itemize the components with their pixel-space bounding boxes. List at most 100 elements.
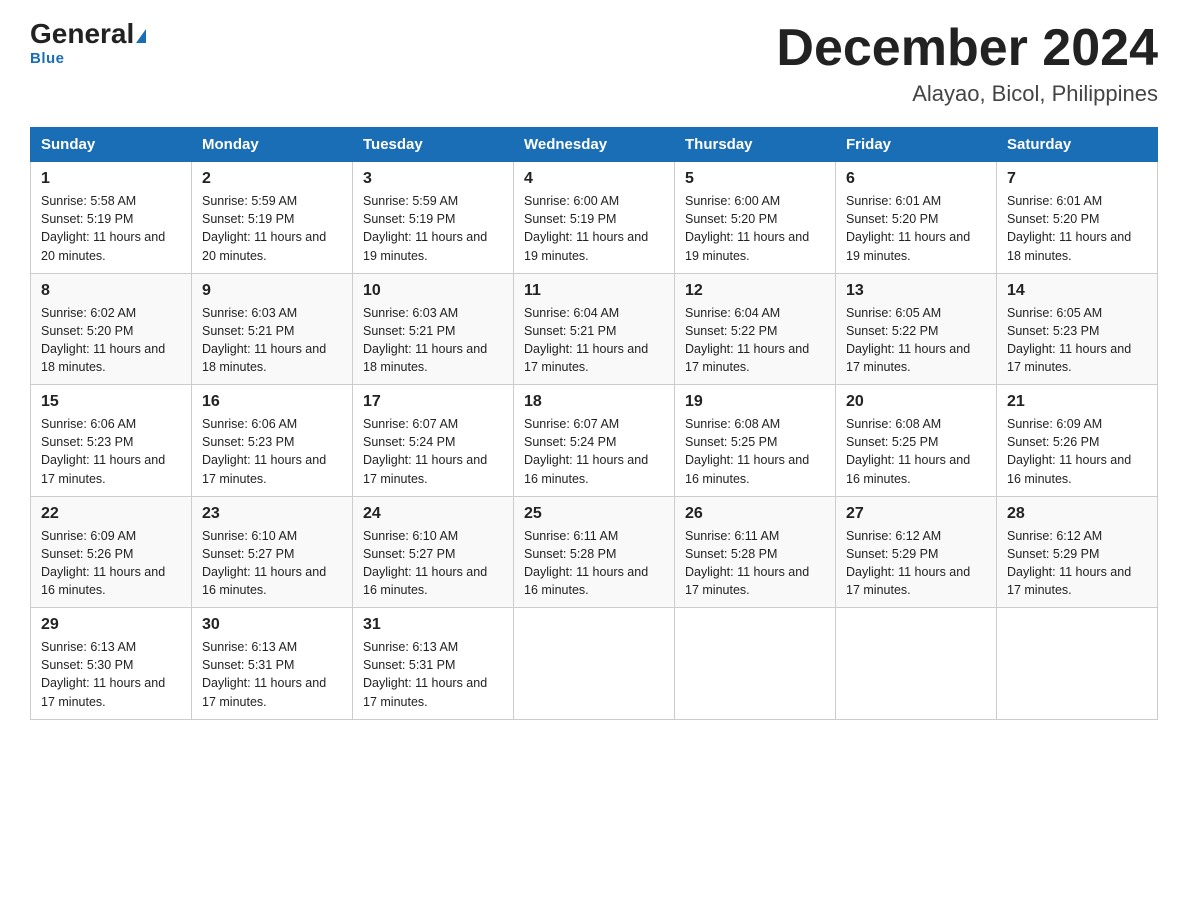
day-number: 23 (202, 505, 342, 523)
month-title: December 2024 (776, 20, 1158, 77)
day-number: 7 (1007, 170, 1147, 188)
day-info: Sunrise: 6:13 AMSunset: 5:30 PMDaylight:… (41, 638, 181, 711)
day-number: 26 (685, 505, 825, 523)
day-number: 8 (41, 282, 181, 300)
day-info: Sunrise: 6:00 AMSunset: 5:20 PMDaylight:… (685, 192, 825, 265)
logo-blue: Blue (30, 50, 65, 67)
day-number: 12 (685, 282, 825, 300)
day-info: Sunrise: 6:12 AMSunset: 5:29 PMDaylight:… (846, 527, 986, 600)
page-header: General Blue December 2024 Alayao, Bicol… (30, 20, 1158, 107)
calendar-week-row: 29Sunrise: 6:13 AMSunset: 5:30 PMDayligh… (31, 608, 1158, 720)
calendar-cell: 17Sunrise: 6:07 AMSunset: 5:24 PMDayligh… (353, 385, 514, 497)
calendar-cell: 11 Sunrise: 6:04 AMSunset: 5:21 PMDayligh… (514, 273, 675, 385)
calendar-cell: 19 Sunrise: 6:08 AMSunset: 5:25 PMDayligh… (675, 385, 836, 497)
day-info: Sunrise: 6:03 AMSunset: 5:21 PMDaylight:… (363, 304, 503, 377)
day-info: Sunrise: 6:12 AMSunset: 5:29 PMDaylight:… (1007, 527, 1147, 600)
calendar-cell (675, 608, 836, 720)
day-info: Sunrise: 6:04 AMSunset: 5:22 PMDaylight:… (685, 304, 825, 377)
day-info: Sunrise: 6:11 AMSunset: 5:28 PMDaylight:… (524, 527, 664, 600)
calendar-cell: 20 Sunrise: 6:08 AMSunset: 5:25 PMDayligh… (836, 385, 997, 497)
day-number: 1 (41, 170, 181, 188)
calendar-cell: 9 Sunrise: 6:03 AMSunset: 5:21 PMDaylight… (192, 273, 353, 385)
day-info: Sunrise: 6:11 AMSunset: 5:28 PMDaylight:… (685, 527, 825, 600)
day-number: 31 (363, 616, 503, 634)
calendar-cell: 4Sunrise: 6:00 AMSunset: 5:19 PMDaylight… (514, 162, 675, 274)
day-info: Sunrise: 6:00 AMSunset: 5:19 PMDaylight:… (524, 192, 664, 265)
title-block: December 2024 Alayao, Bicol, Philippines (776, 20, 1158, 107)
day-info: Sunrise: 6:10 AMSunset: 5:27 PMDaylight:… (363, 527, 503, 600)
calendar-cell: 18 Sunrise: 6:07 AMSunset: 5:24 PMDayligh… (514, 385, 675, 497)
day-number: 11 (524, 282, 664, 300)
day-number: 15 (41, 393, 181, 411)
calendar-cell: 8 Sunrise: 6:02 AMSunset: 5:20 PMDaylight… (31, 273, 192, 385)
calendar-cell: 22 Sunrise: 6:09 AMSunset: 5:26 PMDayligh… (31, 496, 192, 608)
calendar-header-thursday: Thursday (675, 128, 836, 162)
day-info: Sunrise: 5:58 AMSunset: 5:19 PMDaylight:… (41, 192, 181, 265)
day-info: Sunrise: 6:07 AMSunset: 5:24 PMDaylight:… (363, 415, 503, 488)
day-info: Sunrise: 6:04 AMSunset: 5:21 PMDaylight:… (524, 304, 664, 377)
day-info: Sunrise: 6:02 AMSunset: 5:20 PMDaylight:… (41, 304, 181, 377)
day-info: Sunrise: 6:06 AMSunset: 5:23 PMDaylight:… (202, 415, 342, 488)
day-info: Sunrise: 6:08 AMSunset: 5:25 PMDaylight:… (685, 415, 825, 488)
day-info: Sunrise: 6:09 AMSunset: 5:26 PMDaylight:… (41, 527, 181, 600)
day-info: Sunrise: 6:03 AMSunset: 5:21 PMDaylight:… (202, 304, 342, 377)
logo-triangle-icon (136, 29, 146, 43)
calendar-cell: 1 Sunrise: 5:58 AMSunset: 5:19 PMDaylight… (31, 162, 192, 274)
day-number: 21 (1007, 393, 1147, 411)
day-number: 18 (524, 393, 664, 411)
calendar-cell: 24Sunrise: 6:10 AMSunset: 5:27 PMDayligh… (353, 496, 514, 608)
calendar-header-sunday: Sunday (31, 128, 192, 162)
day-number: 22 (41, 505, 181, 523)
day-number: 9 (202, 282, 342, 300)
calendar-week-row: 15 Sunrise: 6:06 AMSunset: 5:23 PMDayligh… (31, 385, 1158, 497)
calendar-cell: 25 Sunrise: 6:11 AMSunset: 5:28 PMDayligh… (514, 496, 675, 608)
day-info: Sunrise: 6:08 AMSunset: 5:25 PMDaylight:… (846, 415, 986, 488)
calendar-week-row: 8 Sunrise: 6:02 AMSunset: 5:20 PMDaylight… (31, 273, 1158, 385)
day-number: 28 (1007, 505, 1147, 523)
calendar-cell: 7Sunrise: 6:01 AMSunset: 5:20 PMDaylight… (997, 162, 1158, 274)
day-number: 27 (846, 505, 986, 523)
logo: General Blue (30, 20, 146, 67)
calendar-cell: 14 Sunrise: 6:05 AMSunset: 5:23 PMDayligh… (997, 273, 1158, 385)
calendar-cell (997, 608, 1158, 720)
day-info: Sunrise: 6:06 AMSunset: 5:23 PMDaylight:… (41, 415, 181, 488)
day-info: Sunrise: 6:07 AMSunset: 5:24 PMDaylight:… (524, 415, 664, 488)
day-info: Sunrise: 6:13 AMSunset: 5:31 PMDaylight:… (363, 638, 503, 711)
day-info: Sunrise: 6:10 AMSunset: 5:27 PMDaylight:… (202, 527, 342, 600)
day-number: 5 (685, 170, 825, 188)
day-number: 13 (846, 282, 986, 300)
calendar-cell: 30Sunrise: 6:13 AMSunset: 5:31 PMDayligh… (192, 608, 353, 720)
calendar-cell: 3Sunrise: 5:59 AMSunset: 5:19 PMDaylight… (353, 162, 514, 274)
calendar-cell: 23 Sunrise: 6:10 AMSunset: 5:27 PMDayligh… (192, 496, 353, 608)
calendar-cell: 6Sunrise: 6:01 AMSunset: 5:20 PMDaylight… (836, 162, 997, 274)
calendar-week-row: 1 Sunrise: 5:58 AMSunset: 5:19 PMDaylight… (31, 162, 1158, 274)
calendar-header-wednesday: Wednesday (514, 128, 675, 162)
calendar-cell: 10 Sunrise: 6:03 AMSunset: 5:21 PMDayligh… (353, 273, 514, 385)
day-info: Sunrise: 6:09 AMSunset: 5:26 PMDaylight:… (1007, 415, 1147, 488)
calendar-cell: 2Sunrise: 5:59 AMSunset: 5:19 PMDaylight… (192, 162, 353, 274)
day-number: 25 (524, 505, 664, 523)
calendar-header-monday: Monday (192, 128, 353, 162)
calendar-cell: 16 Sunrise: 6:06 AMSunset: 5:23 PMDayligh… (192, 385, 353, 497)
calendar-cell: 13 Sunrise: 6:05 AMSunset: 5:22 PMDayligh… (836, 273, 997, 385)
calendar-table: SundayMondayTuesdayWednesdayThursdayFrid… (30, 127, 1158, 720)
day-number: 20 (846, 393, 986, 411)
day-number: 14 (1007, 282, 1147, 300)
day-number: 10 (363, 282, 503, 300)
calendar-cell: 12 Sunrise: 6:04 AMSunset: 5:22 PMDayligh… (675, 273, 836, 385)
calendar-header-friday: Friday (836, 128, 997, 162)
calendar-cell (514, 608, 675, 720)
day-info: Sunrise: 6:13 AMSunset: 5:31 PMDaylight:… (202, 638, 342, 711)
calendar-cell: 29Sunrise: 6:13 AMSunset: 5:30 PMDayligh… (31, 608, 192, 720)
day-info: Sunrise: 5:59 AMSunset: 5:19 PMDaylight:… (202, 192, 342, 265)
day-info: Sunrise: 6:05 AMSunset: 5:23 PMDaylight:… (1007, 304, 1147, 377)
day-number: 19 (685, 393, 825, 411)
calendar-cell (836, 608, 997, 720)
calendar-cell: 5 Sunrise: 6:00 AMSunset: 5:20 PMDaylight… (675, 162, 836, 274)
day-number: 16 (202, 393, 342, 411)
day-info: Sunrise: 6:01 AMSunset: 5:20 PMDaylight:… (846, 192, 986, 265)
calendar-cell: 15 Sunrise: 6:06 AMSunset: 5:23 PMDayligh… (31, 385, 192, 497)
calendar-cell: 26 Sunrise: 6:11 AMSunset: 5:28 PMDayligh… (675, 496, 836, 608)
day-number: 3 (363, 170, 503, 188)
day-info: Sunrise: 6:05 AMSunset: 5:22 PMDaylight:… (846, 304, 986, 377)
